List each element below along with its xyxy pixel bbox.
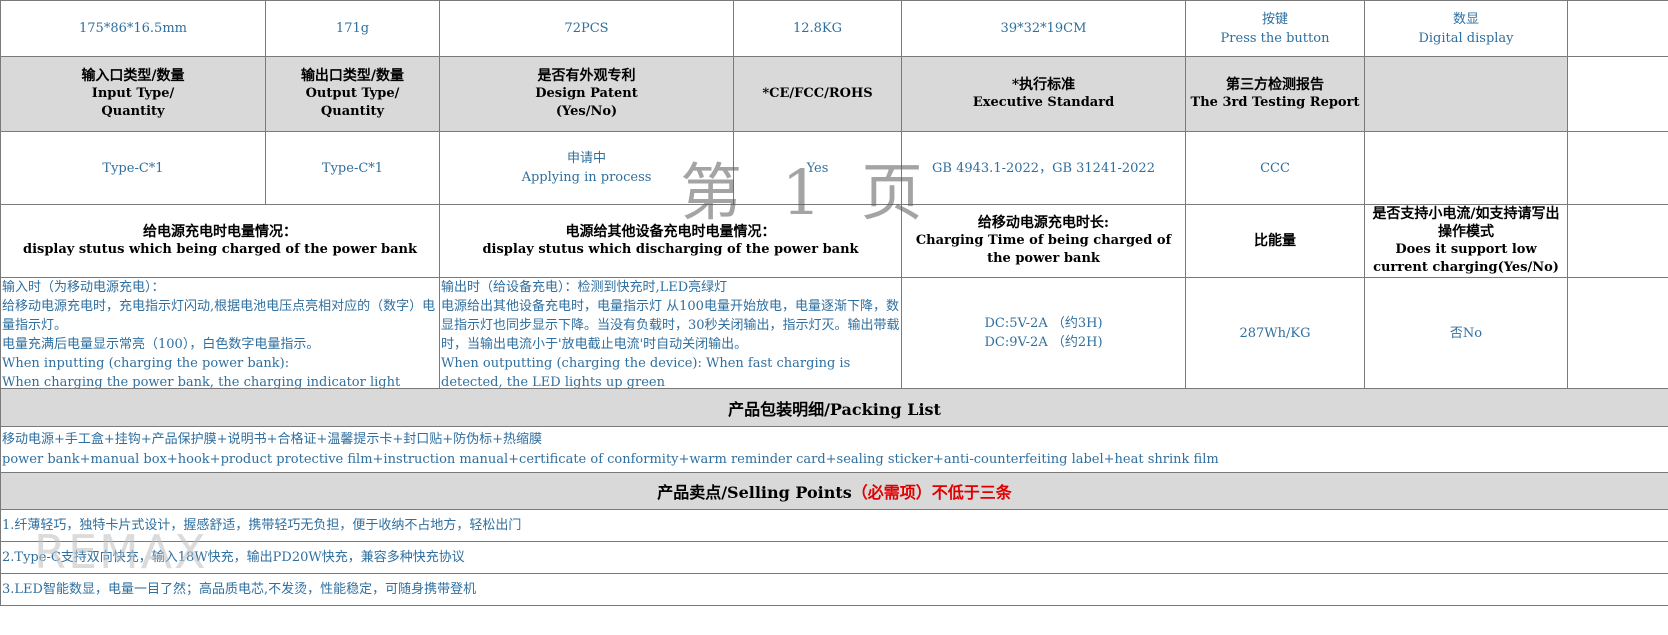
selling-point-row: 3.LED智能数显，电量一目了然；高品质电芯,不发烫，性能稳定，可随身携带登机 bbox=[0, 573, 1668, 606]
carton-size-value: 39*32*19CM bbox=[901, 0, 1186, 57]
empty-cell bbox=[1567, 277, 1668, 389]
selling-points-header-row: 产品卖点/Selling Points（必需项）不低于三条 bbox=[0, 472, 1668, 510]
energy-density-value: 287Wh/KG bbox=[1185, 277, 1365, 389]
selling-points-title: 产品卖点/Selling Points bbox=[657, 483, 852, 502]
selling-points-required-note: （必需项）不低于三条 bbox=[851, 483, 1012, 502]
charging-desc-line: 给移动电源充电时，充电指示灯闪动,根据电池电压点亮相对应的（数字）电量指示灯。 bbox=[2, 299, 436, 333]
weight-value: 171g bbox=[265, 0, 440, 57]
discharging-display-header: 电源给其他设备充电时电量情况： display stutus which dis… bbox=[439, 204, 902, 278]
input-type-header-en1: Input Type/ bbox=[91, 86, 175, 101]
executive-standard-header-en: Executive Standard bbox=[972, 95, 1115, 110]
input-type-header: 输入口类型/数量 Input Type/ Quantity bbox=[0, 56, 266, 132]
low-current-header-en: Does it support low current charging(Yes… bbox=[1373, 242, 1559, 275]
low-current-header-zh: 是否支持小电流/如支持请写出操作模式 bbox=[1372, 206, 1560, 240]
discharging-desc-line: 电源给出其他设备充电时，电量指示灯 从100电量开始放电，电量逐渐下降，数显指示… bbox=[441, 299, 900, 352]
selling-points-title-cell: 产品卖点/Selling Points（必需项）不低于三条 bbox=[0, 472, 1668, 510]
charging-display-header-zh: 给电源充电时电量情况： bbox=[143, 224, 297, 240]
input-type-value: Type-C*1 bbox=[0, 131, 266, 205]
charging-time-value: DC:5V-2A （约3H) DC:9V-2A （约2H) bbox=[901, 277, 1186, 389]
selling-point-row: 2.Type-C支持双向快充，输入18W快充，输出PD20W快充，兼容多种快充协… bbox=[0, 541, 1668, 574]
empty-cell bbox=[1567, 204, 1668, 278]
executive-standard-value: GB 4943.1-2022，GB 31241-2022 bbox=[901, 131, 1186, 205]
energy-density-header: 比能量 bbox=[1185, 204, 1365, 278]
selling-point-2: 2.Type-C支持双向快充，输入18W快充，输出PD20W快充，兼容多种快充协… bbox=[0, 541, 1668, 574]
output-type-header-en2: Quantity bbox=[320, 104, 385, 119]
ce-fcc-rohs-value: Yes bbox=[733, 131, 902, 205]
low-current-value: 否No bbox=[1364, 277, 1568, 389]
output-type-header-en1: Output Type/ bbox=[305, 86, 400, 101]
selling-point-3: 3.LED智能数显，电量一目了然；高品质电芯,不发烫，性能稳定，可随身携带登机 bbox=[0, 573, 1668, 606]
charging-desc-line: When inputting (charging the power bank)… bbox=[2, 356, 290, 371]
charging-display-header-en: display stutus which being charged of th… bbox=[22, 242, 418, 257]
charging-time-header-en: Charging Time of being charged of the po… bbox=[915, 233, 1172, 266]
button-type-zh: 按键 bbox=[1261, 11, 1288, 27]
design-patent-header-zh: 是否有外观专利 bbox=[537, 68, 636, 84]
display-type-en: Digital display bbox=[1418, 30, 1514, 46]
empty-cell bbox=[1567, 0, 1668, 57]
empty-header-cell bbox=[1364, 56, 1568, 132]
charging-desc-line: 电量充满后电量显示常亮（100），白色数字电量指示。 bbox=[2, 337, 320, 352]
design-patent-header-en1: Design Patent bbox=[535, 86, 638, 101]
packing-list-title: 产品包装明细/Packing List bbox=[0, 388, 1668, 427]
design-patent-value-zh: 申请中 bbox=[566, 151, 606, 166]
testing-report-header-en: The 3rd Testing Report bbox=[1190, 95, 1360, 110]
executive-standard-header-zh: *执行标准 bbox=[1011, 77, 1076, 93]
empty-cell bbox=[1567, 56, 1668, 132]
testing-report-value: CCC bbox=[1185, 131, 1365, 205]
compliance-header-row: 输入口类型/数量 Input Type/ Quantity 输出口类型/数量 O… bbox=[0, 56, 1668, 132]
packing-list-content: 移动电源+手工盒+挂钩+产品保护膜+说明书+合格证+温馨提示卡+封口贴+防伪标+… bbox=[0, 426, 1668, 473]
button-type-en: Press the button bbox=[1220, 30, 1330, 46]
input-type-header-zh: 输入口类型/数量 bbox=[81, 68, 185, 84]
empty-cell bbox=[1567, 131, 1668, 205]
charging-display-description: 输入时（为移动电源充电）： 给移动电源充电时，充电指示灯闪动,根据电池电压点亮相… bbox=[0, 277, 440, 389]
energy-density-header-label: 比能量 bbox=[1254, 232, 1296, 249]
packing-list-zh: 移动电源+手工盒+挂钩+产品保护膜+说明书+合格证+温馨提示卡+封口贴+防伪标+… bbox=[2, 431, 543, 447]
display-type-zh: 数显 bbox=[1452, 11, 1479, 27]
packing-list-en: power bank+manual box+hook+product prote… bbox=[2, 451, 1219, 467]
output-type-header: 输出口类型/数量 Output Type/ Quantity bbox=[265, 56, 440, 132]
carton-qty-value: 72PCS bbox=[439, 0, 734, 57]
design-patent-header-en2: (Yes/No) bbox=[555, 104, 618, 119]
output-type-header-zh: 输出口类型/数量 bbox=[300, 68, 405, 84]
compliance-values-row: Type-C*1 Type-C*1 申请中 Applying in proces… bbox=[0, 131, 1668, 205]
spec-values-row: 175*86*16.5mm 171g 72PCS 12.8KG 39*32*19… bbox=[0, 0, 1668, 57]
charging-time-header: 给移动电源充电时长: Charging Time of being charge… bbox=[901, 204, 1186, 278]
testing-report-header-zh: 第三方检测报告 bbox=[1226, 77, 1324, 93]
discharging-desc-line: 输出时（给设备充电）：检测到快充时,LED亮绿灯 bbox=[441, 280, 728, 295]
charging-desc-line: When charging the power bank, the chargi… bbox=[2, 375, 401, 388]
discharging-display-header-zh: 电源给其他设备充电时电量情况： bbox=[565, 224, 776, 240]
display-description-row: 输入时（为移动电源充电）： 给移动电源充电时，充电指示灯闪动,根据电池电压点亮相… bbox=[0, 277, 1668, 389]
ce-fcc-rohs-header: *CE/FCC/ROHS bbox=[733, 56, 902, 132]
selling-point-1: 1.纤薄轻巧，独特卡片式设计，握感舒适，携带轻巧无负担，便于收纳不占地方，轻松出… bbox=[0, 509, 1668, 542]
testing-report-header: 第三方检测报告 The 3rd Testing Report bbox=[1185, 56, 1365, 132]
selling-point-row: 1.纤薄轻巧，独特卡片式设计，握感舒适，携带轻巧无负担，便于收纳不占地方，轻松出… bbox=[0, 509, 1668, 542]
design-patent-value: 申请中 Applying in process bbox=[439, 131, 734, 205]
display-header-row: 给电源充电时电量情况： display stutus which being c… bbox=[0, 204, 1668, 278]
discharging-display-description: 输出时（给设备充电）：检测到快充时,LED亮绿灯 电源给出其他设备充电时，电量指… bbox=[439, 277, 902, 389]
design-patent-header: 是否有外观专利 Design Patent (Yes/No) bbox=[439, 56, 734, 132]
size-value: 175*86*16.5mm bbox=[0, 0, 266, 57]
spec-sheet: 175*86*16.5mm 171g 72PCS 12.8KG 39*32*19… bbox=[0, 0, 1668, 606]
charging-time-9v: DC:9V-2A （约2H) bbox=[984, 335, 1103, 350]
executive-standard-header: *执行标准 Executive Standard bbox=[901, 56, 1186, 132]
low-current-header: 是否支持小电流/如支持请写出操作模式 Does it support low c… bbox=[1364, 204, 1568, 278]
charging-time-5v: DC:5V-2A （约3H) bbox=[984, 316, 1103, 331]
button-type-cell: 按键 Press the button bbox=[1185, 0, 1365, 57]
packing-list-header-row: 产品包装明细/Packing List bbox=[0, 388, 1668, 427]
empty-cell bbox=[1364, 131, 1568, 205]
charging-desc-line: 输入时（为移动电源充电）： bbox=[2, 280, 165, 295]
discharging-desc-line: When outputting (charging the device): W… bbox=[441, 356, 851, 388]
carton-weight-value: 12.8KG bbox=[733, 0, 902, 57]
display-type-cell: 数显 Digital display bbox=[1364, 0, 1568, 57]
charging-display-header: 给电源充电时电量情况： display stutus which being c… bbox=[0, 204, 440, 278]
output-type-value: Type-C*1 bbox=[265, 131, 440, 205]
design-patent-value-en: Applying in process bbox=[521, 170, 652, 185]
charging-time-header-zh: 给移动电源充电时长: bbox=[977, 215, 1110, 231]
packing-list-row: 移动电源+手工盒+挂钩+产品保护膜+说明书+合格证+温馨提示卡+封口贴+防伪标+… bbox=[0, 426, 1668, 473]
discharging-display-header-en: display stutus which discharging of the … bbox=[482, 242, 859, 257]
input-type-header-en2: Quantity bbox=[101, 104, 165, 119]
